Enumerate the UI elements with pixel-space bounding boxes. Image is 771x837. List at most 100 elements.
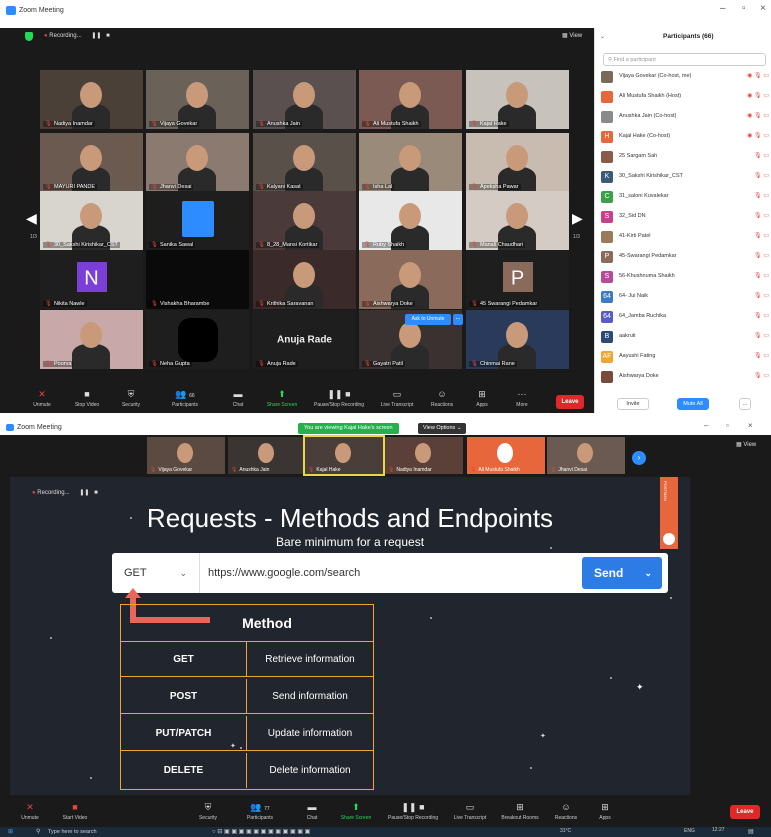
video-thumbnail[interactable]: 🎙 Ali Mustufa Shaikh bbox=[467, 437, 545, 474]
video-tile[interactable]: 🎙 Jhanvi Desai bbox=[146, 133, 249, 192]
invite-button[interactable]: Invite bbox=[617, 398, 649, 410]
participants-button[interactable]: 👥 66 Participants bbox=[165, 389, 205, 408]
video-tile[interactable]: 🎙 Nadiya Inamdar bbox=[40, 70, 143, 129]
url-input[interactable] bbox=[208, 564, 578, 582]
start-video-button[interactable]: ■ Start Video bbox=[55, 802, 95, 821]
video-tile[interactable]: 🎙 Poorva bbox=[40, 310, 143, 369]
panel-more-button[interactable]: ... bbox=[739, 398, 751, 410]
security-button[interactable]: ⛨ Security bbox=[188, 802, 228, 821]
prev-page-arrow-icon[interactable]: ◀ bbox=[26, 210, 37, 227]
video-tile[interactable]: 🎙 Ruby Shaikh bbox=[359, 191, 462, 250]
next-thumbs-arrow-icon[interactable]: › bbox=[632, 451, 646, 465]
chat-button[interactable]: ▬ Chat bbox=[218, 389, 258, 408]
video-tile[interactable]: 🎙 Anushka Jain bbox=[253, 70, 356, 129]
video-tile[interactable]: 🎙 Isha Lal bbox=[359, 133, 462, 192]
video-thumbnail[interactable]: 🎙 Kajal Hake bbox=[303, 435, 385, 476]
participant-row[interactable]: 64 64_Jamba Ruchika 🎙 ▭ bbox=[601, 309, 769, 325]
notification-icon[interactable]: ▤ bbox=[748, 828, 754, 835]
view-options-button[interactable]: View Options ⌄ bbox=[418, 423, 467, 434]
participant-row[interactable]: P 45-Swarangi Pedamkar 🎙 ▭ bbox=[601, 249, 769, 265]
stop-video-button[interactable]: ■ Stop Video bbox=[67, 389, 107, 408]
recording-indicator[interactable]: ● Recording... ❚❚ ■ bbox=[44, 32, 110, 39]
reactions-button[interactable]: ☺ Reactions bbox=[422, 389, 462, 408]
chat-button[interactable]: ▬ Chat bbox=[292, 802, 332, 821]
video-tile[interactable]: N 🎙 Nikita Nawle bbox=[40, 250, 143, 309]
video-tile[interactable]: 🎙 Vijaya Govekar bbox=[146, 70, 249, 129]
collapse-panel-icon[interactable]: ⌄ bbox=[600, 33, 605, 40]
participant-row[interactable]: Ali Mustufa Shaikh (Host) ◉ 🎙 ▭ bbox=[601, 89, 769, 105]
live-transcript-button[interactable]: ▭ Live Transcript bbox=[377, 389, 417, 408]
video-tile[interactable]: P 🎙 45 Swarangi Pedamkar bbox=[466, 250, 569, 309]
security-button[interactable]: ⛨ Security bbox=[111, 389, 151, 408]
video-tile[interactable]: 🎙 8_28_Mansi Kortikar bbox=[253, 191, 356, 250]
participant-row[interactable]: H Kajal Hake (Co-host) ◉ 🎙 ▭ bbox=[601, 129, 769, 145]
mute-all-button[interactable]: Mute All bbox=[677, 398, 709, 410]
share-screen-button[interactable]: ⬆ Share Screen bbox=[262, 389, 302, 408]
participant-row[interactable]: S 56-Khushnuma Shaikh 🎙 ▭ bbox=[601, 269, 769, 285]
view-button[interactable]: ▦ View bbox=[562, 32, 582, 39]
stop-recording-icon[interactable]: ■ bbox=[94, 490, 98, 496]
participant-row[interactable]: K 30_Sakshi Kirishikar_CST 🎙 ▭ bbox=[601, 169, 769, 185]
video-tile[interactable]: 🎙 Kalyani Kasat bbox=[253, 133, 356, 192]
video-thumbnail[interactable]: 🎙 Vijaya Govekar bbox=[147, 437, 225, 474]
video-tile[interactable]: 🎙 30_Sakshi Kirishikar_CST bbox=[40, 191, 143, 250]
taskbar-search-box[interactable]: Type here to search bbox=[48, 829, 97, 835]
video-tile[interactable]: 🎙 Sanika Sawal bbox=[146, 191, 249, 250]
pause-recording-icon[interactable]: ❚❚ bbox=[91, 33, 101, 39]
video-thumbnail[interactable]: 🎙 Jhanvi Desai bbox=[547, 437, 625, 474]
windows-start-icon[interactable]: ⊞ bbox=[8, 828, 13, 835]
participant-row[interactable]: Vijaya Govekar (Co-host, me) ◉ 🎙 ▭ bbox=[601, 69, 769, 85]
close-icon[interactable]: × bbox=[748, 421, 753, 430]
participant-row[interactable]: 41-Kirti Patel 🎙 ▭ bbox=[601, 229, 769, 245]
breakout-rooms-button[interactable]: ⊞ Breakout Rooms bbox=[498, 802, 542, 821]
video-tile[interactable]: 🎙 Chinmai Rane bbox=[466, 310, 569, 369]
maximize-icon[interactable]: ▫ bbox=[726, 421, 729, 430]
participant-row[interactable]: 64 64- Jui Naik 🎙 ▭ bbox=[601, 289, 769, 305]
send-button[interactable]: Send ⌄ bbox=[582, 557, 662, 589]
more-button[interactable]: ··· More bbox=[502, 389, 542, 408]
video-tile[interactable]: 🎙 Kajal Hake bbox=[466, 70, 569, 129]
apps-button[interactable]: ⊞ Apps bbox=[462, 389, 502, 408]
video-thumbnail[interactable]: 🎙 Anushka Jain bbox=[228, 437, 306, 474]
ask-to-unmute-button[interactable]: Ask to Unmute bbox=[405, 314, 451, 325]
participant-row[interactable]: Aishwarya Doke 🎙 ▭ bbox=[601, 369, 769, 385]
method-select[interactable]: GET ⌄ bbox=[112, 553, 200, 593]
taskbar-app-icons[interactable]: ○ ⊟ ▣ ▣ ▣ ▣ ▣ ▣ ▣ ▣ ▣ ▣ ▣ ▣ bbox=[212, 828, 310, 835]
close-icon[interactable]: × bbox=[760, 3, 766, 14]
participant-search-input[interactable]: ⚲ Find a participant bbox=[603, 53, 766, 66]
pause-stop-recording-button[interactable]: ❚❚ ■ Pause/Stop Recording bbox=[314, 389, 364, 408]
video-tile[interactable]: 🎙 Manali Chaudhari bbox=[466, 191, 569, 250]
unmute-button[interactable]: ✕ Unmute bbox=[22, 389, 62, 408]
participant-row[interactable]: AF Aayushi Fating 🎙 ▭ bbox=[601, 349, 769, 365]
video-tile[interactable]: 🎙 MAYURI PANDE bbox=[40, 133, 143, 192]
recording-indicator-2[interactable]: ● Recording... ❚❚ ■ bbox=[32, 489, 98, 496]
video-tile[interactable]: 🎙 Aishwarya Doke bbox=[359, 250, 462, 309]
participant-row[interactable]: Anushka Jain (Co-host) ◉ 🎙 ▭ bbox=[601, 109, 769, 125]
next-page-arrow-icon[interactable]: ▶ bbox=[572, 210, 583, 227]
pause-recording-icon[interactable]: ❚❚ bbox=[79, 490, 89, 496]
video-tile[interactable]: Anuja Rade 🎙 Anuja Rade bbox=[253, 310, 356, 369]
video-thumbnail[interactable]: 🎙 Nadiya Inamdar bbox=[385, 437, 463, 474]
stop-recording-icon[interactable]: ■ bbox=[106, 33, 110, 39]
video-tile[interactable]: 🎙 Apeksha Pawar bbox=[466, 133, 569, 192]
participants-button[interactable]: 👥 77 Participants bbox=[240, 802, 280, 821]
share-screen-button[interactable]: ⬆ Share Screen bbox=[336, 802, 376, 821]
maximize-icon[interactable]: ▫ bbox=[742, 3, 746, 14]
video-tile[interactable]: 🎙 Ali Mustufa Shaikh bbox=[359, 70, 462, 129]
video-tile[interactable]: 🎙 Vishakha Bharambe bbox=[146, 250, 249, 309]
view-button-2[interactable]: ▦ View bbox=[736, 441, 756, 448]
video-tile[interactable]: 🎙 Neha Gupta bbox=[146, 310, 249, 369]
video-tile[interactable]: 🎙 Krithika Saravanan bbox=[253, 250, 356, 309]
participant-row[interactable]: S 32_Sid DN 🎙 ▭ bbox=[601, 209, 769, 225]
leave-button[interactable]: Leave bbox=[730, 805, 760, 819]
participant-row[interactable]: C 31_saloni Kuvalekar 🎙 ▭ bbox=[601, 189, 769, 205]
participant-row[interactable]: 25 Sargam Sah 🎙 ▭ bbox=[601, 149, 769, 165]
participant-row[interactable]: Baakruti 🎙 ▭ bbox=[601, 329, 769, 345]
reactions-button[interactable]: ☺ Reactions bbox=[546, 802, 586, 821]
minimize-icon[interactable]: – bbox=[704, 421, 708, 430]
tile-more-button[interactable]: ... bbox=[453, 314, 463, 325]
minimize-icon[interactable]: – bbox=[720, 3, 726, 14]
unmute-button[interactable]: ✕ Unmute bbox=[10, 802, 50, 821]
taskbar-search-icon[interactable]: ⚲ bbox=[36, 828, 40, 835]
leave-button[interactable]: Leave bbox=[556, 395, 584, 409]
